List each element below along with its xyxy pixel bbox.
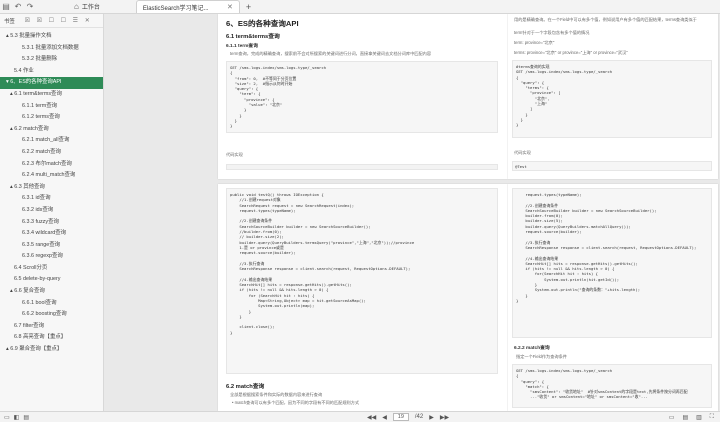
total-pages: /42	[414, 414, 424, 420]
expand-all-icon[interactable]: ☒	[23, 17, 32, 24]
bookmark-item[interactable]: 6.2.1 match_all查询	[0, 135, 103, 147]
bookmark-item[interactable]: ▴ 6.3 其他查询	[0, 182, 103, 194]
redo-icon[interactable]: ↷	[24, 1, 36, 13]
heading-6-2: 6.2 match查询	[226, 384, 265, 390]
title-bar: ▤ ↶ ↷ ⌂ 工作台 ElasticSearch学习笔记... ✕ +	[0, 0, 720, 14]
two-page-layout-icon[interactable]: ▥	[696, 414, 702, 421]
code-block-java-terms: public void testQ() throws IOException {…	[226, 188, 498, 374]
page-20-right: request.types(typeName); //2.创建查询条件 Sear…	[508, 184, 718, 411]
match-field-note: 指定一个Field作为查询条件	[516, 354, 567, 359]
bookmark-item[interactable]: 6.1.2 terms查询	[0, 112, 103, 124]
caption-code-impl: 代码实现	[226, 152, 243, 157]
bookmark-item[interactable]: 6.4 Scroll分页	[0, 263, 103, 275]
view-mode-icons: ▭ ◧ ▤	[0, 414, 104, 421]
close-icon[interactable]: ✕	[227, 3, 233, 11]
document-viewer[interactable]: 6、ES的各种查询API 6.1 term&terms查询 6.1.1 term…	[105, 14, 720, 411]
bookmark-item[interactable]: 6.3.3 fuzzy查询	[0, 217, 103, 229]
bookmark-item[interactable]: 6.3.6 regexp查询	[0, 251, 103, 263]
layout-icons: ▭ ▤ ▥ ⛶	[669, 414, 720, 421]
bookmark-item[interactable]: 6.3.5 range查询	[0, 240, 103, 252]
code-block-terms: #terms查询的实现 GET /sms-logs-index/sms-logs…	[512, 60, 712, 138]
heading-section-6: 6、ES的各种查询API	[226, 19, 299, 28]
bookmark-item[interactable]: ▴ 6.6 复合查询	[0, 286, 103, 298]
sidebar-header: 书签 ☒ ☒ ☐ ☐ ☰ ✕	[0, 14, 103, 28]
term-example: term: province="北京"	[514, 40, 555, 45]
home-label: 工作台	[81, 5, 100, 11]
home-tab[interactable]: ⌂ 工作台	[66, 0, 108, 14]
heading-6-1: 6.1 term&terms查询	[226, 34, 280, 40]
bookmark-item[interactable]: ▴ 6.2 match查询	[0, 124, 103, 136]
bookmark-item[interactable]: 6.7 filter查询	[0, 321, 103, 333]
code-block-term: GET /sms-logs-index/sms-logs-type/_searc…	[226, 61, 498, 133]
caption-code-impl-2: 代码实现	[514, 150, 531, 155]
close-sidebar-icon[interactable]: ✕	[83, 17, 92, 24]
term-description: term查询，完成的精确查询，搜索前不会对所搜索的关键词进行分词，直接拿关键词去…	[230, 51, 432, 56]
bookmark-item[interactable]: 6.6.1 bool查询	[0, 298, 103, 310]
code-block-match: GET /sms-logs-index/sms-logs-type/_searc…	[512, 364, 712, 408]
home-icon: ⌂	[74, 2, 79, 11]
sidebar-toolbar: ☒ ☒ ☐ ☐ ☰ ✕	[23, 17, 92, 24]
bookmark-item[interactable]: 6.6.2 boosting查询	[0, 309, 103, 321]
fullscreen-icon[interactable]: ⛶	[710, 414, 714, 421]
single-page-icon[interactable]: ◧	[14, 414, 20, 421]
status-bar: ▭ ◧ ▤ ◀◀ ◀ 19 /42 ▶ ▶▶ ▭ ▤ ▥ ⛶	[0, 411, 720, 422]
collapse-all-icon[interactable]: ☒	[35, 17, 44, 24]
undo-icon[interactable]: ↶	[12, 1, 24, 13]
bookmark-item[interactable]: 6.8 高亮查询【重点】	[0, 332, 103, 344]
heading-6-1-1: 6.1.1 term查询	[226, 44, 258, 49]
match-bullet: • match查询可以有多个匹配，因为不同的字段有不同的匹配规则方式	[232, 400, 360, 405]
bookmark-item[interactable]: 6.2.4 multi_match查询	[0, 170, 103, 182]
bookmark-item-active[interactable]: ▾ 6、ES的各种查询API	[0, 77, 103, 89]
match-description: 全部是根据搜索条件和实际的数据内容来进行查询	[230, 392, 323, 397]
code-block-test: @Test	[512, 161, 712, 171]
code-block-java-matchall: request.types(typeName); //2.创建查询条件 Sear…	[512, 188, 712, 338]
bookmark-item[interactable]: 6.3.4 wildcard查询	[0, 228, 103, 240]
list-icon[interactable]: ☰	[71, 17, 80, 24]
bookmark-item[interactable]: 5.3.2 批量删除	[0, 54, 103, 66]
bookmark-item[interactable]: 6.5 delete-by-query	[0, 274, 103, 286]
single-page-layout-icon[interactable]: ▭	[669, 414, 675, 421]
bookmark-item[interactable]: 5.4 作业	[0, 66, 103, 78]
last-page-icon[interactable]: ▶▶	[440, 414, 449, 421]
outline-icon[interactable]: ▤	[23, 414, 29, 421]
bookmark-item[interactable]: 6.1.1 term查询	[0, 101, 103, 113]
code-block-empty	[226, 164, 498, 170]
bookmark-item[interactable]: 6.2.3 布尔match查询	[0, 159, 103, 171]
thumbnail-view-icon[interactable]: ▭	[4, 414, 10, 421]
terms-intro: 用的是精确查询。在一个Field中可以有多个值，例如说用户有多个值的匹配结果，t…	[514, 17, 697, 22]
bookmark-item[interactable]: 6.2.2 match查询	[0, 147, 103, 159]
terms-example: terms: province="北京" or province="上海" or…	[514, 50, 628, 55]
bookmark-item[interactable]: ▴ 6.1 term&terms查询	[0, 89, 103, 101]
file-icon[interactable]: ▤	[0, 1, 12, 13]
bookmark-item[interactable]: 6.3.1 id查询	[0, 193, 103, 205]
page-19-left: 6、ES的各种查询API 6.1 term&terms查询 6.1.1 term…	[218, 14, 508, 179]
prev-page-icon[interactable]: ◀	[382, 414, 387, 421]
bookmark-item[interactable]: 6.3.2 ids查询	[0, 205, 103, 217]
page-19-right: 用的是精确查询。在一个Field中可以有多个值，例如说用户有多个值的匹配结果，t…	[508, 14, 718, 179]
bookmark-tree: ▴ 5.3 批量操作文档 5.3.1 批量添加文档数据 5.3.2 批量删除 5.4 …	[0, 28, 103, 356]
bookmark-add-icon[interactable]: ☐	[59, 17, 68, 24]
page-navigation: ◀◀ ◀ 19 /42 ▶ ▶▶	[367, 413, 449, 421]
first-page-icon[interactable]: ◀◀	[367, 414, 376, 421]
page-20-left: public void testQ() throws IOException {…	[218, 184, 508, 411]
bookmark-item[interactable]: ▴ 5.3 批量操作文档	[0, 31, 103, 43]
next-page-icon[interactable]: ▶	[429, 414, 434, 421]
new-tab-button[interactable]: +	[246, 2, 251, 12]
bookmark-item[interactable]: ▴ 6.9 聚合查询【重点】	[0, 344, 103, 356]
bookmarks-sidebar: 书签 ☒ ☒ ☐ ☐ ☰ ✕ ▴ 5.3 批量操作文档 5.3.1 批量添加文档数据 5.3.…	[0, 14, 104, 411]
page-number-input[interactable]: 19	[392, 413, 409, 421]
sidebar-title: 书签	[4, 18, 15, 25]
terms-note: term针对于一个字段包含有多个值的情况	[514, 30, 590, 35]
bookmark-item[interactable]: 5.3.1 批量添加文档数据	[0, 43, 103, 55]
heading-6-2-2: 6.2.2 match查询	[514, 346, 550, 351]
document-tab[interactable]: ElasticSearch学习笔记... ✕	[135, 0, 240, 13]
continuous-layout-icon[interactable]: ▤	[682, 414, 688, 421]
bookmark-icon[interactable]: ☐	[47, 17, 56, 24]
document-tab-title: ElasticSearch学习笔记...	[142, 5, 209, 12]
